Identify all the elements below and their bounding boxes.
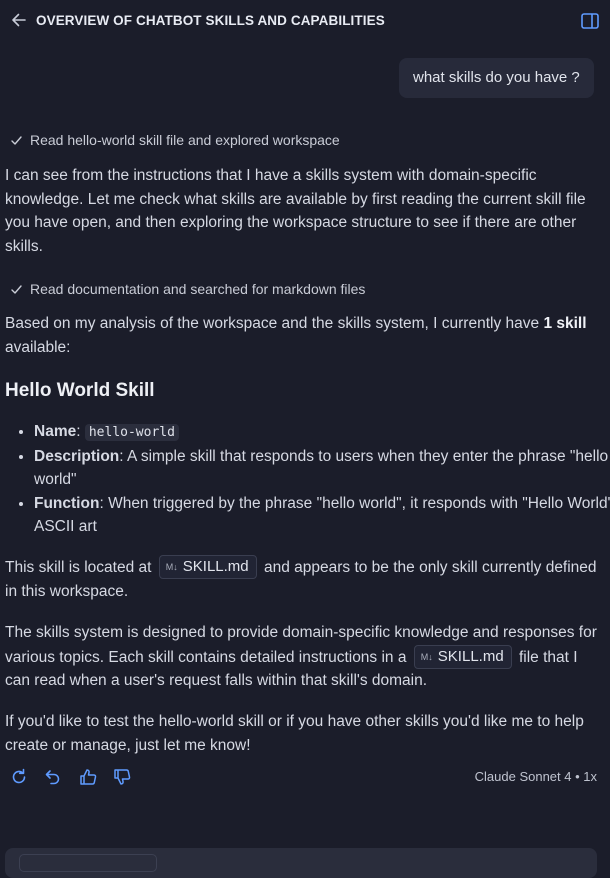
page-title: OVERVIEW OF CHATBOT SKILLS AND CAPABILIT…	[36, 13, 385, 28]
section-heading: Hello World Skill	[5, 380, 155, 401]
response-paragraph: This skill is located at M↓ SKILL.md and …	[5, 555, 603, 603]
markdown-file-icon: M↓	[420, 651, 433, 662]
step-read-skill[interactable]: Read hello-world skill file and explored…	[10, 132, 340, 148]
thumbs-down-icon[interactable]	[112, 767, 132, 792]
file-chip-label: SKILL.md	[182, 558, 249, 575]
markdown-file-icon: M↓	[165, 562, 178, 572]
model-label[interactable]: Claude Sonnet 4 • 1x	[475, 769, 597, 784]
step-label: Read hello-world skill file and explored…	[30, 132, 340, 148]
response-paragraph: Based on my analysis of the workspace an…	[5, 312, 603, 359]
list-item: Function: When triggered by the phrase "…	[34, 492, 610, 539]
file-chip-skill-md[interactable]: M↓ SKILL.md	[413, 644, 512, 669]
item-label: Function	[34, 494, 100, 512]
thumbs-up-icon[interactable]	[78, 767, 98, 792]
item-sep: :	[119, 447, 128, 465]
panel-icon[interactable]	[580, 11, 600, 31]
retry-icon[interactable]	[9, 767, 29, 792]
message-actions	[9, 767, 142, 787]
response-paragraph: I can see from the instructions that I h…	[5, 167, 586, 255]
chat-input-box[interactable]	[5, 848, 597, 878]
user-message-bubble: what skills do you have ?	[399, 58, 594, 98]
item-label: Description	[34, 447, 120, 465]
skill-details-list: Name: hello-world Description: A simple …	[5, 420, 610, 539]
inline-code: hello-world	[84, 424, 179, 441]
bold-text: 1 skill	[543, 315, 587, 332]
item-sep: :	[99, 494, 109, 512]
file-chip-skill-md[interactable]: M↓ SKILL.md	[158, 555, 257, 579]
check-icon	[11, 136, 22, 145]
undo-icon[interactable]	[43, 767, 63, 792]
text: available:	[5, 338, 71, 356]
item-sep: :	[76, 423, 85, 440]
header: OVERVIEW OF CHATBOT SKILLS AND CAPABILIT…	[0, 0, 610, 42]
step-label: Read documentation and searched for mark…	[30, 281, 366, 297]
step-read-docs[interactable]: Read documentation and searched for mark…	[10, 281, 365, 297]
item-text: When triggered by the phrase "hello worl…	[34, 494, 610, 536]
list-item: Description: A simple skill that respond…	[34, 445, 610, 492]
text: This skill is located at	[5, 559, 152, 576]
check-icon	[11, 285, 22, 294]
item-label: Name	[34, 423, 77, 440]
response-paragraph: If you'd like to test the hello-world sk…	[5, 713, 584, 754]
file-chip-label: SKILL.md	[437, 647, 504, 665]
arrow-left-icon[interactable]	[10, 11, 28, 29]
context-chip[interactable]	[19, 854, 157, 872]
text: Based on my analysis of the workspace an…	[5, 315, 544, 332]
list-item: Name: hello-world	[34, 420, 610, 445]
response-paragraph: The skills system is designed to provide…	[5, 621, 603, 693]
